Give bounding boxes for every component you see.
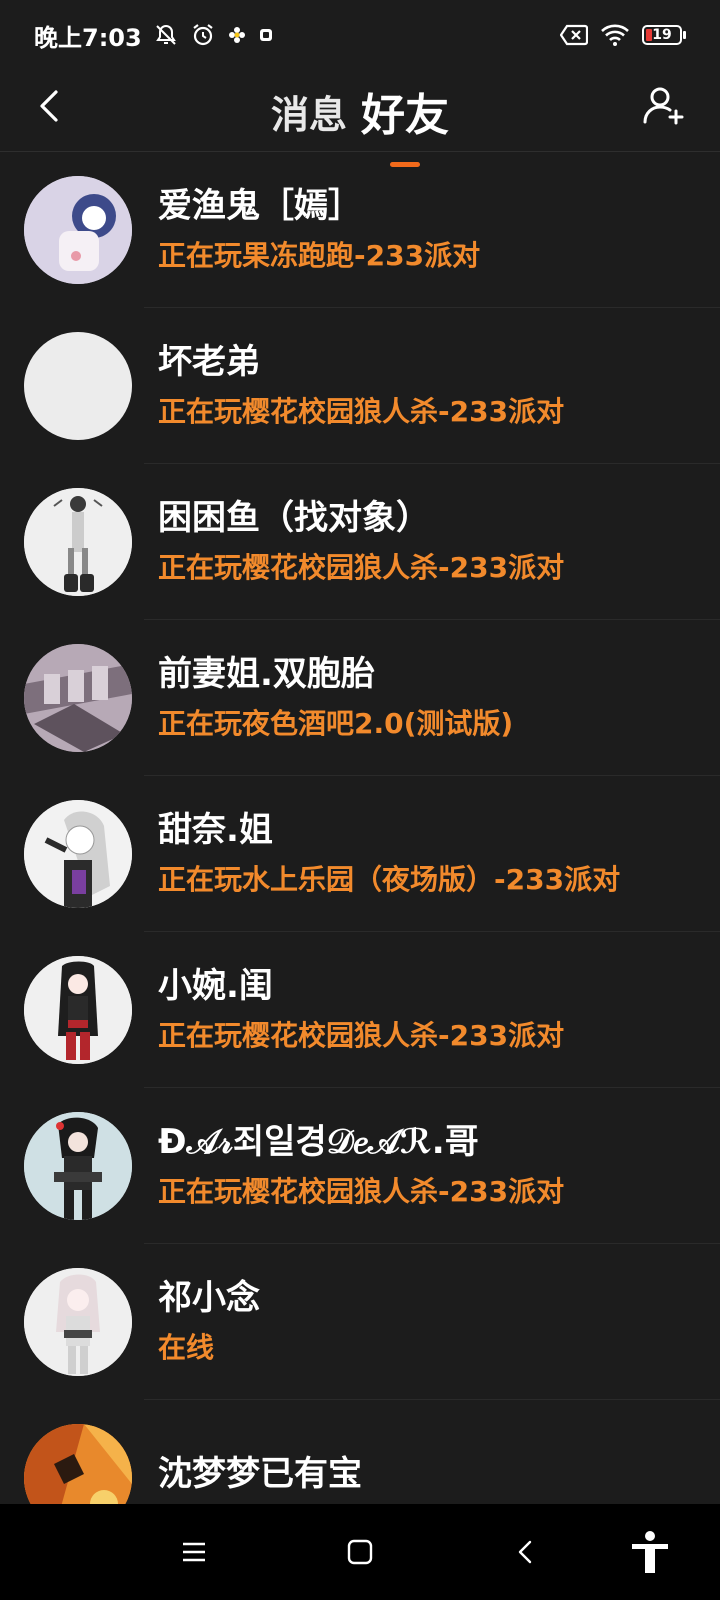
avatar[interactable] (24, 956, 132, 1064)
friend-name: 甜奈.姐 (158, 810, 273, 850)
avatar[interactable] (24, 1424, 132, 1504)
sim-missing-icon (560, 24, 588, 46)
friend-list: 爱渔鬼［嫣］ 正在玩果冻跑跑-233派对 坏老弟 正在玩樱花校园狼人杀-233派… (0, 152, 720, 1504)
wifi-icon (600, 23, 630, 47)
nav-back-button[interactable] (502, 1528, 550, 1576)
friend-status: 正在玩樱花校园狼人杀-233派对 (158, 551, 565, 584)
tab-friends[interactable]: 好友 (361, 79, 449, 167)
avatar[interactable] (24, 176, 132, 284)
friend-list-item[interactable]: 沈梦梦已有宝 (0, 1400, 720, 1504)
avatar[interactable] (24, 332, 132, 440)
friend-list-item[interactable]: 小婉.闺 正在玩樱花校园狼人杀-233派对 (0, 932, 720, 1088)
avatar[interactable] (24, 1112, 132, 1220)
friend-list-item[interactable]: 前妻姐.双胞胎 正在玩夜色酒吧2.0(测试版) (0, 620, 720, 776)
tab-messages-label: 消息 (270, 92, 347, 137)
battery-level: 19 (652, 27, 672, 43)
friend-name: 祁小念 (158, 1278, 260, 1318)
friend-status: 在线 (158, 1331, 215, 1364)
app-notification-icon (258, 27, 274, 43)
friend-status: 正在玩果冻跑跑-233派对 (158, 239, 481, 272)
menu-button[interactable] (170, 1528, 218, 1576)
flower-icon (228, 26, 246, 44)
avatar[interactable] (24, 800, 132, 908)
friend-status: 正在玩水上乐园（夜场版）-233派对 (158, 863, 621, 896)
tab-bar: 消息 好友 (0, 70, 720, 167)
friend-name: 坏老弟 (158, 342, 260, 382)
add-friend-button[interactable] (638, 80, 690, 132)
friend-name: 困困鱼（找对象） (158, 498, 430, 538)
friend-list-item[interactable]: 坏老弟 正在玩樱花校园狼人杀-233派对 (0, 308, 720, 464)
accessibility-icon (632, 1531, 668, 1573)
friend-name: Ɖ𝒜𝓇죄일경𝒟𝑒𝒜ℛ.哥 (158, 1122, 479, 1162)
system-nav-bar (0, 1504, 720, 1600)
avatar[interactable] (24, 644, 132, 752)
battery-icon: 19 (642, 25, 686, 45)
friend-name: 前妻姐.双胞胎 (158, 654, 375, 694)
friend-name: 沈梦梦已有宝 (158, 1454, 362, 1494)
back-icon (518, 1540, 532, 1564)
friend-status: 正在玩夜色酒吧2.0(测试版) (158, 707, 514, 740)
tab-friends-label: 好友 (361, 90, 449, 141)
home-button[interactable] (336, 1528, 384, 1576)
status-bar: 晚上7:03 19 (0, 0, 720, 70)
avatar[interactable] (24, 1268, 132, 1376)
friend-status: 正在玩樱花校园狼人杀-233派对 (158, 395, 565, 428)
friend-name: 小婉.闺 (158, 966, 273, 1006)
friend-list-item[interactable]: 祁小念 在线 (0, 1244, 720, 1400)
alarm-icon (190, 22, 216, 48)
accessibility-button[interactable] (626, 1528, 674, 1576)
friend-list-item[interactable]: 甜奈.姐 正在玩水上乐园（夜场版）-233派对 (0, 776, 720, 932)
avatar[interactable] (24, 488, 132, 596)
mute-bell-icon (154, 23, 178, 47)
add-user-icon (643, 87, 684, 125)
top-bar: 消息 好友 (0, 70, 720, 167)
friend-list-item[interactable]: 爱渔鬼［嫣］ 正在玩果冻跑跑-233派对 (0, 152, 720, 308)
clock-text: 晚上7:03 (34, 23, 142, 52)
friend-list-item[interactable]: 困困鱼（找对象） 正在玩樱花校园狼人杀-233派对 (0, 464, 720, 620)
friend-status: 正在玩樱花校园狼人杀-233派对 (158, 1019, 565, 1052)
menu-icon (183, 1542, 205, 1562)
friend-name: 爱渔鬼［嫣］ (158, 186, 362, 226)
friend-list-item[interactable]: Ɖ𝒜𝓇죄일경𝒟𝑒𝒜ℛ.哥 正在玩樱花校园狼人杀-233派对 (0, 1088, 720, 1244)
home-icon (347, 1539, 373, 1565)
friend-status: 正在玩樱花校园狼人杀-233派对 (158, 1175, 565, 1208)
tab-messages[interactable]: 消息 (271, 84, 347, 139)
